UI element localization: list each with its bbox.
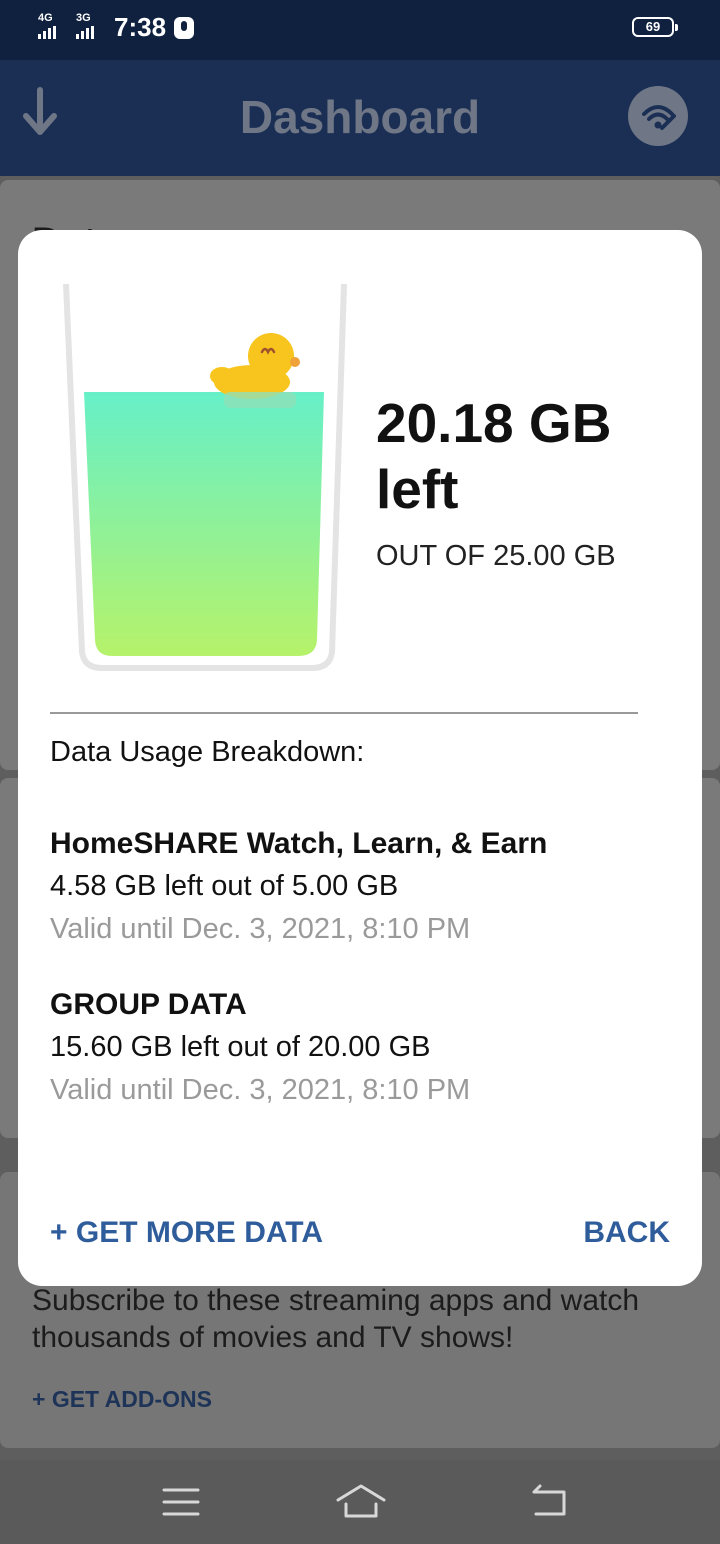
data-total: OUT OF 25.00 GB xyxy=(376,540,616,572)
plan-validity: Valid until Dec. 3, 2021, 8:10 PM xyxy=(50,913,471,945)
data-plan-item: GROUP DATA 15.60 GB left out of 20.00 GB… xyxy=(50,983,670,1112)
data-remaining-suffix: left xyxy=(376,458,459,520)
home-icon[interactable] xyxy=(336,1482,386,1522)
battery-indicator: 69 xyxy=(632,17,678,37)
plan-amount: 4.58 GB left out of 5.00 GB xyxy=(50,870,399,902)
back-icon[interactable] xyxy=(528,1482,568,1522)
network-type-label-2: 3G xyxy=(76,12,91,24)
plan-name: HomeSHARE Watch, Learn, & Earn xyxy=(50,827,548,860)
data-glass-illustration xyxy=(63,283,347,671)
data-balance-dialog: 20.18 GB left OUT OF 25.00 GB Data Usage… xyxy=(18,230,702,1286)
streaming-promo-text: Subscribe to these streaming apps and wa… xyxy=(32,1284,640,1354)
data-plan-item: HomeSHARE Watch, Learn, & Earn 4.58 GB l… xyxy=(50,822,670,951)
app-bar: Dashboard xyxy=(0,60,720,176)
network-type-label: 4G xyxy=(38,12,53,24)
get-addons-link[interactable]: + GET ADD-ONS xyxy=(32,1386,212,1413)
data-remaining-value: 20.18 GB xyxy=(376,392,612,454)
system-nav-bar xyxy=(0,1460,720,1544)
page-title: Dashboard xyxy=(239,91,481,143)
cellular-signal-icon: 4G xyxy=(38,12,56,39)
back-button[interactable]: BACK xyxy=(583,1216,670,1250)
menu-icon[interactable] xyxy=(162,1482,200,1522)
breakdown-heading: Data Usage Breakdown: xyxy=(50,736,365,768)
status-time: 7:38 xyxy=(114,12,167,42)
plan-name: GROUP DATA xyxy=(50,988,247,1021)
plan-amount: 15.60 GB left out of 20.00 GB xyxy=(50,1031,431,1063)
divider xyxy=(50,712,638,714)
microphone-icon xyxy=(174,17,194,39)
wifi-icon xyxy=(642,105,676,130)
data-remaining: 20.18 GB left xyxy=(376,390,686,522)
cellular-signal-icon-2: 3G xyxy=(76,12,94,39)
liquid-fill xyxy=(84,392,324,656)
plan-validity: Valid until Dec. 3, 2021, 8:10 PM xyxy=(50,1074,471,1106)
status-bar: 4G 3G 7:38 69 xyxy=(0,0,720,60)
wifi-button[interactable] xyxy=(628,86,688,146)
get-more-data-button[interactable]: + GET MORE DATA xyxy=(50,1216,323,1250)
